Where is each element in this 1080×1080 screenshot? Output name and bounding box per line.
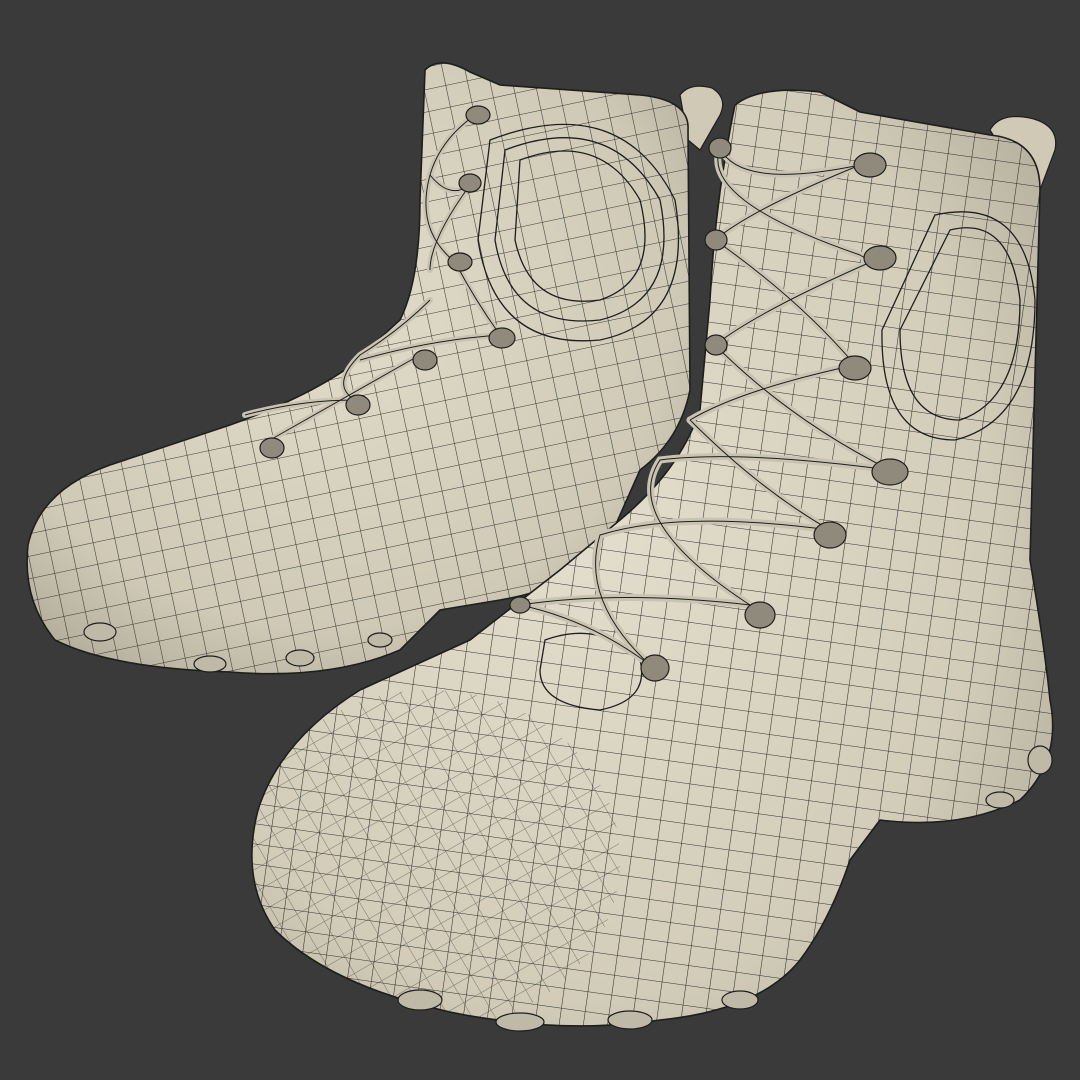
- boots-wireframe-render: [26, 62, 1057, 1032]
- 3d-viewport[interactable]: [0, 0, 1080, 1080]
